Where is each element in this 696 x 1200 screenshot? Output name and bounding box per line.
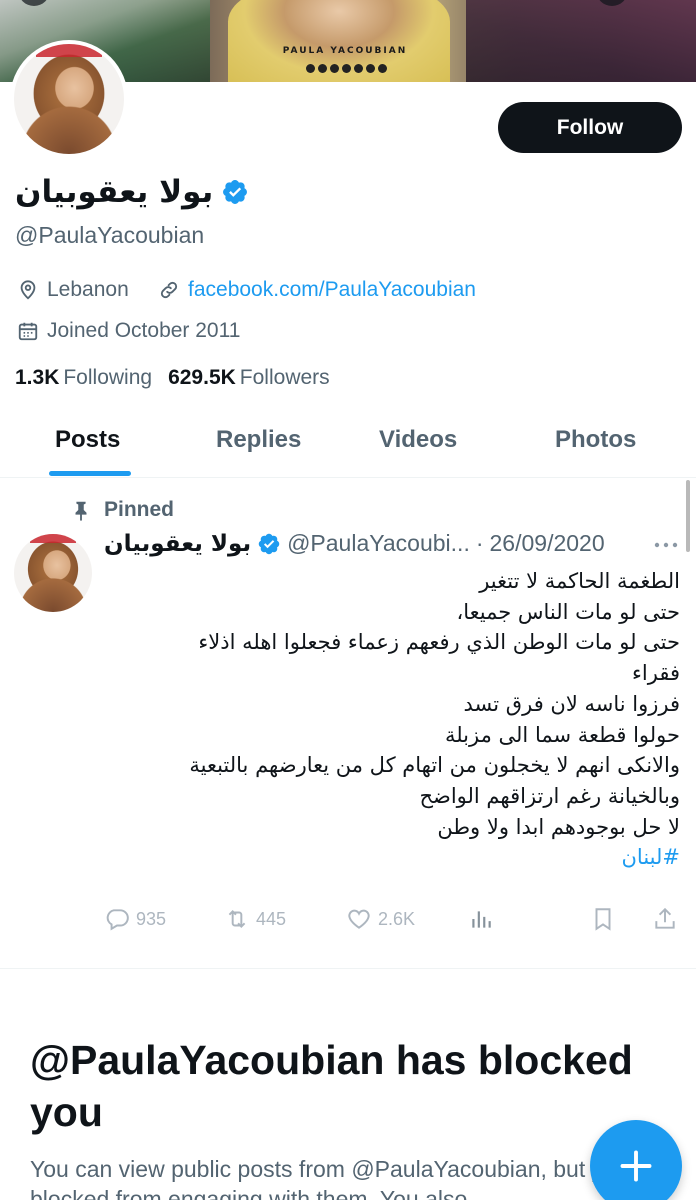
social-icon xyxy=(306,64,315,73)
post-hashtag[interactable]: #لبنان xyxy=(100,842,681,873)
pin-icon xyxy=(75,501,87,521)
location-pin-icon xyxy=(20,280,36,300)
reply-button[interactable]: 935 xyxy=(104,906,166,932)
link-icon xyxy=(160,281,178,299)
bookmark-icon xyxy=(595,908,611,931)
verified-badge-icon[interactable] xyxy=(221,178,249,206)
post-separator: · xyxy=(475,530,484,556)
section-divider xyxy=(0,968,696,969)
scrollbar[interactable] xyxy=(686,480,690,552)
display-name: بولا يعقوبيان xyxy=(15,174,214,210)
banner-brand-text: PAULA YACOUBIAN xyxy=(282,46,408,56)
repost-button[interactable]: 445 xyxy=(224,906,286,932)
avatar-image xyxy=(14,534,92,612)
post-line: لا حل بوجودهم ابدا ولا وطن xyxy=(437,814,680,839)
joined-text: Joined October 2011 xyxy=(47,319,241,342)
avatar-image xyxy=(14,44,124,154)
share-icon xyxy=(655,907,675,929)
verified-badge-icon xyxy=(258,533,280,554)
bookmark-button[interactable] xyxy=(590,906,616,932)
banner-social-icons xyxy=(306,64,387,73)
profile-name-row: بولا يعقوبيان xyxy=(15,174,249,210)
reply-icon xyxy=(106,909,129,931)
social-icon xyxy=(330,64,339,73)
post-line: فقراء xyxy=(632,661,680,686)
following-link[interactable]: 1.3K Following xyxy=(15,366,152,390)
followers-label: Followers xyxy=(239,366,330,389)
following-count: 1.3K xyxy=(15,366,60,389)
followers-link[interactable]: 629.5K Followers xyxy=(168,366,330,390)
post-line: الطغمة الحاكمة لا تتغير xyxy=(479,569,680,593)
profile-avatar[interactable] xyxy=(10,40,128,158)
post-line: والانكى انهم لا يخجلون من اتهام كل من يع… xyxy=(189,753,680,778)
banner-shade xyxy=(466,0,696,82)
tab-posts[interactable]: Posts xyxy=(55,426,120,454)
profile-location: Lebanon xyxy=(17,278,129,302)
heart-icon xyxy=(348,909,370,929)
post-author-name[interactable]: بولا يعقوبيان xyxy=(104,531,251,557)
plus-icon xyxy=(620,1150,652,1182)
social-icon xyxy=(378,64,387,73)
profile-tabs: Posts Replies Videos Photos xyxy=(0,412,696,478)
post-line: فرزوا ناسه لان فرق تسد xyxy=(463,691,680,716)
profile-joined: Joined October 2011 xyxy=(17,319,240,343)
more-dots-icon[interactable] xyxy=(652,537,680,553)
profile-handle: @PaulaYacoubian xyxy=(15,222,205,248)
following-label: Following xyxy=(63,366,153,389)
blocked-title: @PaulaYacoubian has blocked you xyxy=(30,1037,633,1135)
website-link[interactable]: facebook.com/PaulaYacoubian xyxy=(188,278,476,302)
reply-count: 935 xyxy=(136,908,167,929)
like-count: 2.6K xyxy=(378,908,416,929)
share-button[interactable] xyxy=(652,906,678,932)
views-button[interactable] xyxy=(468,906,494,932)
repost-count: 445 xyxy=(256,908,287,929)
profile-website[interactable]: facebook.com/PaulaYacoubian xyxy=(158,278,476,302)
post-line: وبالخيانة رغم ارتزاقهم الواضح xyxy=(419,783,680,808)
tab-videos[interactable]: Videos xyxy=(379,426,457,454)
pinned-indicator: Pinned xyxy=(70,498,174,522)
post-author-handle[interactable]: @PaulaYacoubi... xyxy=(287,530,470,557)
followers-count: 629.5K xyxy=(168,366,236,389)
calendar-icon xyxy=(18,322,38,341)
social-icon xyxy=(366,64,375,73)
post-author-avatar[interactable] xyxy=(14,534,92,612)
social-icon xyxy=(354,64,363,73)
tab-photos[interactable]: Photos xyxy=(555,426,636,454)
blocked-description: You can view public posts from @PaulaYac… xyxy=(30,1156,669,1200)
post-body: الطغمة الحاكمة لا تتغير حتى لو مات الناس… xyxy=(100,566,680,873)
social-icon xyxy=(342,64,351,73)
social-icon xyxy=(318,64,327,73)
repost-icon xyxy=(228,910,246,928)
analytics-icon xyxy=(472,911,491,928)
active-tab-indicator xyxy=(49,471,131,476)
post-actions: 935 445 2.6K xyxy=(104,906,680,942)
post-header: بولا يعقوبيان @PaulaYacoubi... · 26/09/2… xyxy=(104,530,605,557)
post-date[interactable]: 26/09/2020 xyxy=(490,530,605,557)
follow-button[interactable]: Follow xyxy=(498,102,682,153)
location-text: Lebanon xyxy=(47,278,129,301)
follow-counts: 1.3K Following 629.5K Followers xyxy=(15,366,330,390)
like-button[interactable]: 2.6K xyxy=(346,906,415,932)
post-line: حتى لو مات الناس جميعا، xyxy=(456,599,680,624)
tab-replies[interactable]: Replies xyxy=(216,426,301,454)
pinned-label: Pinned xyxy=(104,498,175,521)
post-line: حتى لو مات الوطن الذي رفعهم زعماء فجعلوا… xyxy=(198,630,680,655)
post-line: حولوا قطعة سما الى مزبلة xyxy=(444,722,680,747)
